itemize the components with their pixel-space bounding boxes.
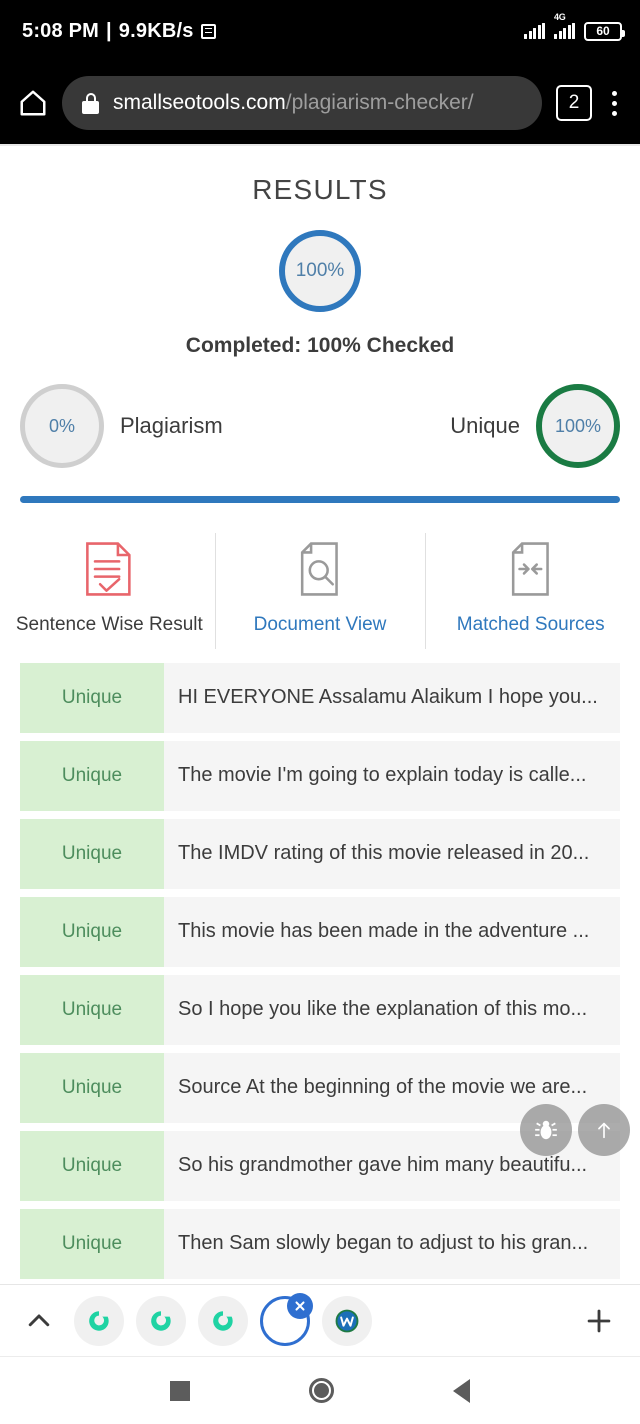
address-bar[interactable]: smallseotools.com/plagiarism-checker/	[62, 76, 542, 130]
status-bar-right: 4G 60	[524, 12, 625, 41]
kebab-menu-icon[interactable]	[606, 90, 622, 116]
battery-level: 60	[596, 24, 610, 38]
battery-icon: 60	[584, 21, 625, 41]
scroll-to-top-icon	[598, 1122, 610, 1139]
sentence-text: Then Sam slowly began to adjust to his g…	[164, 1208, 620, 1279]
tab-strip-item-2[interactable]	[136, 1295, 186, 1346]
status-bar: 5:08 PM | 9.9KB/s 4G 60	[0, 0, 640, 62]
status-badge: Unique	[20, 1130, 164, 1201]
table-row[interactable]: Unique This movie has been made in the a…	[20, 896, 620, 967]
url-text: smallseotools.com/plagiarism-checker/	[113, 91, 474, 115]
status-badge: Unique	[20, 662, 164, 733]
status-badge: Unique	[20, 1208, 164, 1279]
document-search-icon	[300, 542, 338, 596]
unique-score: Unique 100%	[450, 384, 620, 468]
network-type-label: 4G	[554, 12, 566, 22]
back-triangle-icon[interactable]	[453, 1378, 471, 1403]
chevron-up-icon[interactable]	[24, 1306, 54, 1336]
tab-strip-item-5[interactable]	[322, 1295, 372, 1346]
page-title: RESULTS	[252, 174, 388, 205]
status-badge: Unique	[20, 974, 164, 1045]
seotools-favicon	[89, 1310, 109, 1331]
status-time: 5:08 PM	[22, 19, 99, 42]
completed-status-text: Completed: 100% Checked	[185, 334, 455, 357]
lock-icon	[82, 92, 99, 114]
url-path: /plagiarism-checker/	[285, 91, 474, 114]
unique-value: 100%	[554, 415, 602, 436]
unique-ring: 100%	[536, 384, 620, 468]
tab-strip-item-3[interactable]	[198, 1295, 248, 1346]
tab-count-value: 2	[568, 92, 580, 113]
document-check-icon	[86, 542, 131, 596]
seotools-favicon	[213, 1310, 233, 1331]
status-separator: |	[106, 19, 112, 42]
tab-document-view[interactable]: Document View	[214, 525, 426, 657]
table-row[interactable]: Unique The IMDV rating of this movie rel…	[20, 818, 620, 889]
scroll-to-top-button[interactable]	[578, 1104, 630, 1156]
close-icon[interactable]	[287, 1292, 313, 1319]
page-content: RESULTS 100% Completed: 100% Checked 0% …	[0, 144, 640, 1284]
tab-count-button[interactable]: 2	[556, 85, 592, 121]
tab-sentence-wise-result[interactable]: Sentence Wise Result	[4, 525, 215, 657]
signal-icon-1	[524, 23, 545, 39]
tab-matched-sources[interactable]: Matched Sources	[425, 525, 636, 657]
sentence-text: This movie has been made in the adventur…	[164, 896, 620, 967]
table-row[interactable]: Unique So I hope you like the explanatio…	[20, 974, 620, 1045]
signal-icon-2: 4G	[554, 12, 575, 39]
android-nav-bar	[0, 1356, 640, 1424]
tab-strip-item-4-active[interactable]	[260, 1292, 313, 1346]
plus-icon[interactable]	[582, 1304, 616, 1338]
status-badge: Unique	[20, 818, 164, 889]
view-tabs: Sentence Wise Result Document View Match…	[0, 525, 640, 657]
completion-value: 100%	[295, 260, 345, 281]
table-row[interactable]: Unique HI EVERYONE Assalamu Alaikum I ho…	[20, 662, 620, 733]
table-row[interactable]: Unique Then Sam slowly began to adjust t…	[20, 1208, 620, 1279]
home-circle-icon[interactable]	[308, 1378, 334, 1403]
bug-icon	[535, 1120, 557, 1140]
browser-tab-strip	[0, 1284, 640, 1356]
status-badge: Unique	[20, 896, 164, 967]
page-divider	[0, 144, 640, 146]
tab-label-document-view: Document View	[253, 614, 387, 635]
sentence-text: So I hope you like the explanation of th…	[164, 974, 620, 1045]
document-arrows-icon	[511, 542, 549, 596]
tab-label-sentence-wise-result: Sentence Wise Result	[15, 614, 203, 635]
tab-label-matched-sources: Matched Sources	[456, 614, 605, 635]
status-bar-left: 5:08 PM | 9.9KB/s	[22, 20, 216, 43]
score-summary-row: 0% Plagiarism Unique 100%	[0, 384, 640, 468]
tab-strip-item-1[interactable]	[74, 1295, 124, 1346]
main-progress-wrap: 100%	[0, 230, 640, 312]
sentence-text: The movie I'm going to explain today is …	[164, 740, 620, 811]
url-domain: smallseotools.com	[113, 91, 286, 114]
plagiarism-value: 0%	[48, 415, 75, 436]
completion-circle: 100%	[279, 230, 361, 312]
unique-label: Unique	[450, 413, 520, 438]
plagiarism-label: Plagiarism	[120, 413, 223, 438]
table-row[interactable]: Unique The movie I'm going to explain to…	[20, 740, 620, 811]
plagiarism-ring: 0%	[20, 384, 104, 468]
sms-icon	[200, 23, 216, 39]
tab-strip-items	[74, 1292, 372, 1346]
sentence-text: The IMDV rating of this movie released i…	[164, 818, 620, 889]
home-icon[interactable]	[18, 88, 48, 118]
sentence-text: HI EVERYONE Assalamu Alaikum I hope you.…	[164, 662, 620, 733]
status-badge: Unique	[20, 1052, 164, 1123]
sentence-results-list: Unique HI EVERYONE Assalamu Alaikum I ho…	[0, 662, 640, 1279]
plagiarism-score: 0% Plagiarism	[20, 384, 223, 468]
progress-bar	[20, 496, 620, 503]
wikipedia-favicon	[335, 1309, 359, 1332]
seotools-favicon	[151, 1310, 171, 1331]
status-network-speed: 9.9KB/s	[118, 19, 194, 42]
bug-report-button[interactable]	[520, 1104, 572, 1156]
recents-square-icon[interactable]	[169, 1380, 190, 1401]
status-badge: Unique	[20, 740, 164, 811]
browser-toolbar: smallseotools.com/plagiarism-checker/ 2	[0, 62, 640, 144]
